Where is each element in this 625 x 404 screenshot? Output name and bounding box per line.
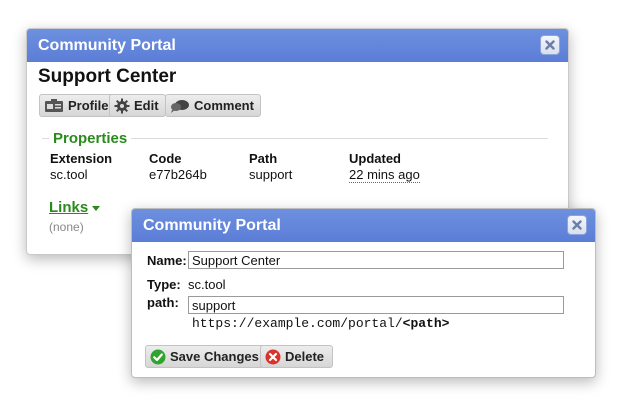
dialog-title: Community Portal <box>143 217 281 234</box>
updated-timestamp[interactable]: 22 mins ago <box>349 167 420 183</box>
property-extension: Extension sc.tool <box>50 151 112 182</box>
close-icon <box>545 40 555 50</box>
profile-button[interactable]: Profile <box>39 94 116 117</box>
delete-button[interactable]: Delete <box>260 345 334 368</box>
links-label: Links <box>49 199 89 216</box>
edit-dialog: Community Portal Name: Type: sc.tool pat… <box>131 208 596 378</box>
close-button[interactable] <box>567 215 587 235</box>
properties-legend: Properties <box>49 130 132 147</box>
comment-icon <box>171 99 189 113</box>
property-header: Extension <box>50 151 113 166</box>
links-dropdown[interactable]: Links <box>49 199 101 216</box>
profile-card-icon <box>45 99 63 112</box>
property-value: sc.tool <box>50 167 88 182</box>
links-empty-text: (none) <box>49 220 84 234</box>
property-header: Updated <box>349 151 401 166</box>
property-code: Code e77b264b <box>149 151 207 182</box>
name-field[interactable] <box>188 251 564 269</box>
dialog-titlebar[interactable]: Community Portal <box>132 209 595 242</box>
path-hint-url: https://example.com/portal/ <box>192 316 403 331</box>
property-value: support <box>249 167 293 182</box>
save-changes-label: Save Changes <box>170 349 259 364</box>
property-header: Code <box>149 151 182 166</box>
path-hint-token: <path> <box>402 316 450 331</box>
caret-down-icon <box>92 205 101 211</box>
path-label: path: <box>147 295 179 310</box>
path-field[interactable] <box>188 296 564 314</box>
property-header: Path <box>249 151 278 166</box>
edit-button[interactable]: Edit <box>109 94 166 117</box>
dialog-titlebar[interactable]: Community Portal <box>27 29 568 62</box>
close-icon <box>572 220 582 230</box>
dialog-title: Community Portal <box>38 37 176 54</box>
delete-x-icon <box>265 349 281 364</box>
save-changes-button[interactable]: Save Changes <box>145 345 268 368</box>
page: Community Portal Support Center Profile <box>0 0 625 404</box>
type-label: Type: <box>147 277 181 292</box>
name-label: Name: <box>147 253 187 268</box>
type-value: sc.tool <box>188 277 226 292</box>
close-button[interactable] <box>540 35 560 55</box>
comment-label: Comment <box>194 98 254 113</box>
edit-label: Edit <box>134 98 159 113</box>
checkmark-icon <box>150 349 166 364</box>
gear-icon <box>114 98 130 113</box>
profile-label: Profile <box>68 98 109 113</box>
property-updated: Updated 22 mins ago <box>349 151 420 183</box>
comment-button[interactable]: Comment <box>165 94 261 117</box>
property-path: Path support <box>249 151 292 182</box>
page-title: Support Center <box>38 66 177 87</box>
property-value: e77b264b <box>149 167 207 182</box>
path-hint: https://example.com/portal/<path> <box>192 316 449 331</box>
delete-label: Delete <box>285 349 325 364</box>
